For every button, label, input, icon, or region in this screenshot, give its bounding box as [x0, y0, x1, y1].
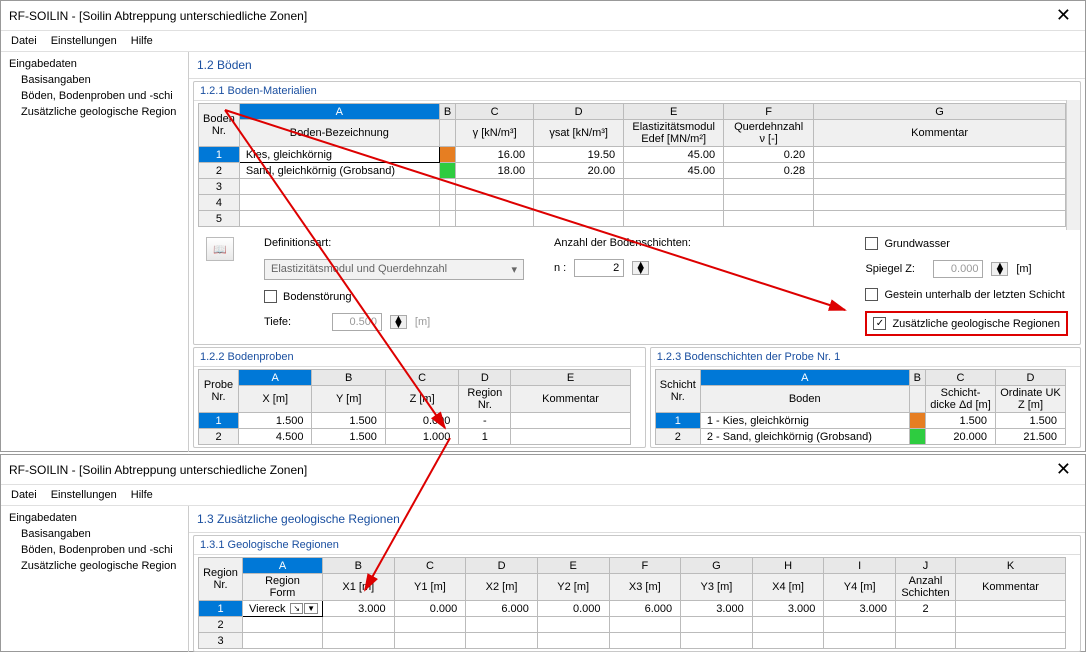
sidebar-item-basisangaben[interactable]: Basisangaben [3, 526, 186, 542]
label-definitionsart: Definitionsart: [264, 237, 331, 249]
menubar: Datei Einstellungen Hilfe [1, 31, 1085, 52]
label-n: n : [554, 262, 566, 274]
table-regionen[interactable]: Region Nr. A B C D E F G H I J K R [198, 557, 1066, 649]
table-row[interactable]: 2 2 - Sand, gleichkörnig (Grobsand) 20.0… [655, 429, 1065, 445]
subsection-title-materials: 1.2.1 Boden-Materialien [194, 82, 1080, 101]
menu-settings[interactable]: Einstellungen [51, 489, 117, 501]
sidebar-item-boeden[interactable]: Böden, Bodenproben und -schi [3, 542, 186, 558]
menu-file[interactable]: Datei [11, 35, 37, 47]
col-nr: Boden Nr. [199, 104, 240, 147]
table-row[interactable]: 2 [199, 617, 1066, 633]
input-tiefe[interactable]: 0.500 [332, 313, 382, 331]
table-row[interactable]: 5 [199, 211, 1066, 227]
scrollbar[interactable] [1066, 100, 1080, 230]
titlebar: RF-SOILIN - [Soilin Abtreppung unterschi… [1, 1, 1085, 31]
table-row[interactable]: 1 1 - Kies, gleichkörnig 1.500 1.500 [655, 413, 1065, 429]
table-schichten[interactable]: Schicht Nr. A B C D Boden Schicht- dicke… [655, 369, 1066, 445]
table-row[interactable]: 1 1.500 1.500 0.000 - [199, 413, 631, 429]
table-row[interactable]: 4 [199, 195, 1066, 211]
library-button[interactable]: 📖 [206, 237, 234, 261]
chevron-down-icon[interactable]: ▼ [304, 603, 318, 614]
input-spiegel[interactable]: 0.000 [933, 260, 983, 278]
menu-file[interactable]: Datei [11, 489, 37, 501]
picker-icon[interactable]: ↘ [290, 603, 303, 614]
sidebar-item-basisangaben[interactable]: Basisangaben [3, 72, 186, 88]
sidebar: Eingabedaten Basisangaben Böden, Bodenpr… [1, 506, 189, 652]
menubar: Datei Einstellungen Hilfe [1, 485, 1085, 506]
table-proben[interactable]: Probe Nr. A B C D E X [m] Y [m] Z [m] Re… [198, 369, 631, 445]
table-row[interactable]: 2 Sand, gleichkörnig (Grobsand) 18.00 20… [199, 163, 1066, 179]
stepper-n[interactable]: ▲▼ [632, 261, 649, 275]
checkbox-zusatz-regionen[interactable]: ✓Zusätzliche geologische Regionen [873, 317, 1060, 330]
menu-settings[interactable]: Einstellungen [51, 35, 117, 47]
table-row[interactable]: 2 4.500 1.500 1.000 1 [199, 429, 631, 445]
stepper-tiefe[interactable]: ▲▼ [390, 315, 407, 329]
sidebar-item-zusatz-regionen[interactable]: Zusätzliche geologische Region [3, 104, 186, 120]
input-n[interactable]: 2 [574, 259, 624, 277]
window-title: RF-SOILIN - [Soilin Abtreppung unterschi… [9, 463, 307, 477]
label-spiegel: Spiegel Z: [865, 263, 925, 275]
subsection-title-proben: 1.2.2 Bodenproben [194, 348, 645, 367]
sidebar-item-zusatz-regionen[interactable]: Zusätzliche geologische Region [3, 558, 186, 574]
section-title: 1.3 Zusätzliche geologische Regionen [189, 506, 1085, 533]
dropdown-definitionsart[interactable]: Elastizitätsmodul und Querdehnzahl▾ [264, 259, 524, 280]
table-row[interactable]: 3 [199, 633, 1066, 649]
menu-help[interactable]: Hilfe [131, 35, 153, 47]
window-title: RF-SOILIN - [Soilin Abtreppung unterschi… [9, 9, 307, 23]
subsection-title-regionen: 1.3.1 Geologische Regionen [194, 536, 1080, 555]
sidebar-heading: Eingabedaten [3, 56, 186, 72]
checkbox-grundwasser[interactable]: Grundwasser [865, 237, 1068, 250]
subsection-title-schichten: 1.2.3 Bodenschichten der Probe Nr. 1 [651, 348, 1080, 367]
table-materials[interactable]: Boden Nr. A B C D E F G Boden-Bezeichnun… [198, 103, 1066, 227]
menu-help[interactable]: Hilfe [131, 489, 153, 501]
sidebar: Eingabedaten Basisangaben Böden, Bodenpr… [1, 52, 189, 452]
sidebar-item-boeden[interactable]: Böden, Bodenproben und -schi [3, 88, 186, 104]
label-tiefe: Tiefe: [264, 316, 324, 328]
close-icon[interactable]: ✕ [1050, 5, 1077, 26]
checkbox-gestein[interactable]: Gestein unterhalb der letzten Schicht [865, 288, 1068, 301]
close-icon[interactable]: ✕ [1050, 459, 1077, 480]
table-row[interactable]: 3 [199, 179, 1066, 195]
stepper-spiegel[interactable]: ▲▼ [991, 262, 1008, 276]
checkbox-bodenstoerung[interactable]: Bodenstörung [264, 290, 524, 303]
label-anzahl: Anzahl der Bodenschichten: [554, 237, 691, 249]
table-row[interactable]: 1 Viereck ▼ ↘ 3.000 0.000 6.000 0.000 6.… [199, 601, 1066, 617]
table-row[interactable]: 1 Kies, gleichkörnig 16.00 19.50 45.00 0… [199, 147, 1066, 163]
section-title: 1.2 Böden [189, 52, 1085, 79]
chevron-down-icon: ▾ [511, 263, 517, 276]
titlebar: RF-SOILIN - [Soilin Abtreppung unterschi… [1, 455, 1085, 485]
